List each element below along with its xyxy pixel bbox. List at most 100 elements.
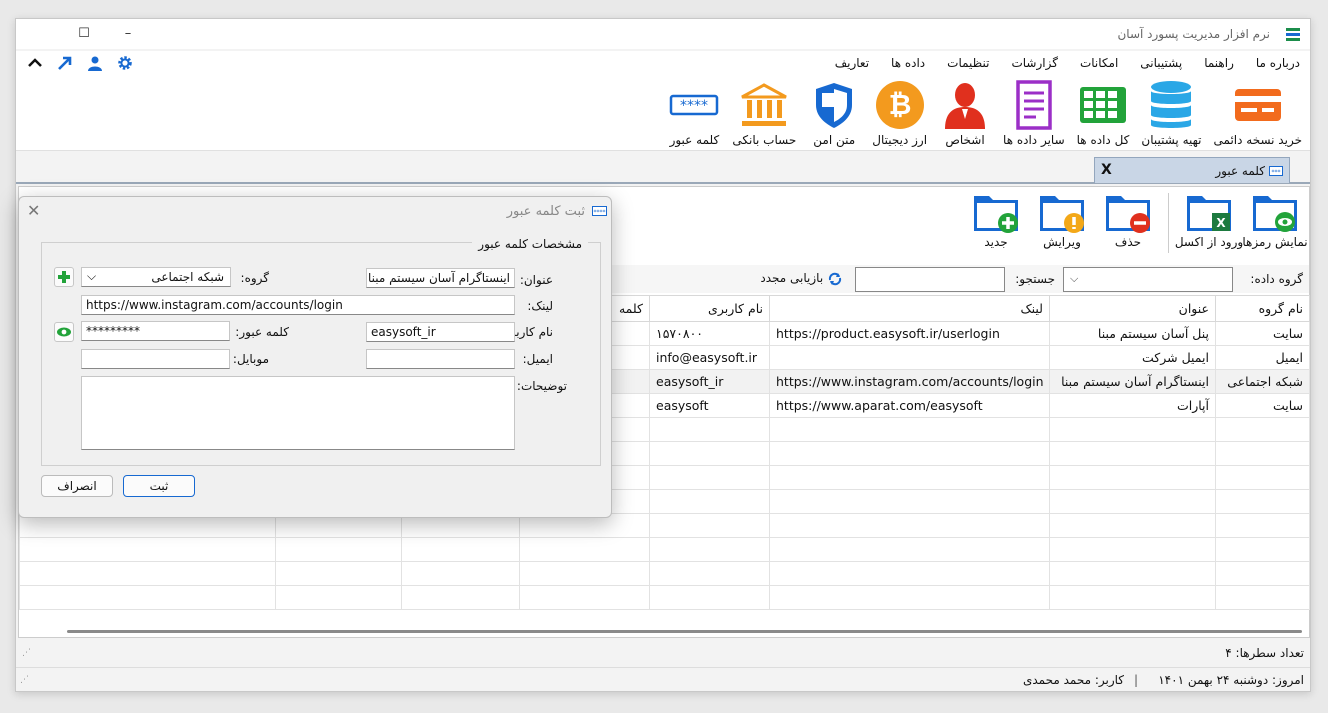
cell-link: https://product.easysoft.ir/userlogin	[769, 321, 1050, 346]
maximize-button[interactable]: ☐	[74, 25, 94, 43]
edit-button[interactable]: ویرایش	[1032, 189, 1092, 257]
delete-label: حذف	[1114, 235, 1142, 249]
delete-button[interactable]: حذف	[1098, 189, 1158, 257]
resize-grip-icon: ⋰	[20, 675, 29, 685]
email-label: ایمیل:	[522, 352, 553, 366]
reload-button[interactable]: بازیابی مجدد	[760, 271, 843, 286]
ribbon-crypto[interactable]: ₿ ارز دیجیتال	[872, 79, 927, 147]
menu-item-settings[interactable]: تنظیمات	[947, 56, 989, 70]
column-header[interactable]: نام کاربری	[649, 295, 770, 322]
search-input[interactable]	[855, 267, 1005, 292]
menu-item-about[interactable]: درباره ما	[1256, 56, 1300, 70]
ribbon-label: تهیه پشتیبان	[1141, 133, 1202, 147]
cell-username: easysoft	[649, 393, 770, 418]
row-count-bar: ⋰ تعداد سطرها: ۴	[18, 643, 1310, 663]
menu-item-definitions[interactable]: تعاریف	[835, 56, 869, 70]
document-icon	[1016, 80, 1052, 130]
group-title: مشخصات کلمه عبور	[472, 237, 588, 251]
external-link-icon[interactable]	[56, 55, 74, 71]
minimize-button[interactable]: –	[118, 25, 138, 43]
column-header[interactable]: نام گروه	[1215, 295, 1310, 322]
cell-link	[769, 345, 1050, 370]
menu-item-features[interactable]: امکانات	[1080, 56, 1118, 70]
main-menu: تعاریف داده ها تنظیمات گزارشات امکانات پ…	[835, 56, 1300, 70]
app-logo-icon	[1286, 28, 1300, 41]
menu-item-reports[interactable]: گزارشات	[1011, 56, 1057, 70]
cell-title: آپارات	[1049, 393, 1216, 418]
title-label: عنوان:	[519, 273, 553, 287]
database-icon	[1151, 81, 1192, 128]
horizontal-scrollbar[interactable]	[67, 630, 1302, 633]
ribbon-all-data[interactable]: کل داده ها	[1076, 79, 1130, 147]
email-field[interactable]	[366, 349, 515, 369]
svg-text:***: ***	[1272, 169, 1281, 176]
column-header[interactable]: عنوان	[1049, 295, 1216, 322]
ribbon-password[interactable]: **** کلمه عبور	[668, 79, 720, 147]
ribbon-persons[interactable]: اشخاص	[939, 79, 991, 147]
user-icon[interactable]	[86, 55, 104, 71]
password-icon: ****	[592, 206, 607, 216]
settings-gear-icon[interactable]	[116, 55, 134, 71]
empty-row	[19, 561, 1310, 586]
toolbar-divider	[1168, 193, 1169, 253]
cell-username: ۱۵۷۰۸۰۰	[649, 321, 770, 346]
refresh-icon	[828, 272, 842, 285]
save-button[interactable]: ثبت	[123, 475, 195, 497]
link-label: لینک:	[527, 299, 553, 313]
excel-import-button[interactable]: X ورود از اکسل	[1175, 189, 1243, 257]
group-filter-dropdown[interactable]: ⌵	[1063, 267, 1233, 292]
ribbon-other-data[interactable]: سایر داده ها	[1003, 79, 1065, 147]
add-group-button[interactable]	[54, 267, 74, 287]
ribbon-secure-text[interactable]: متن امن	[808, 79, 860, 147]
cancel-button[interactable]: انصراف	[41, 475, 113, 497]
ribbon-label: کل داده ها	[1076, 133, 1130, 147]
menu-item-data[interactable]: داده ها	[891, 56, 925, 70]
new-label: جدید	[984, 235, 1008, 249]
group-dropdown[interactable]: ⌵ شبکه اجتماعی	[81, 267, 231, 287]
empty-row	[19, 585, 1310, 610]
new-button[interactable]: جدید	[966, 189, 1026, 257]
password-icon: ***	[1269, 166, 1283, 176]
person-icon	[945, 83, 986, 129]
cell-link: https://www.instagram.com/accounts/login	[769, 369, 1050, 394]
resize-grip-icon: ⋰	[22, 648, 31, 658]
chevron-down-icon: ⌵	[1070, 272, 1079, 285]
search-label: جستجو:	[1015, 272, 1055, 286]
cell-group: سایت	[1215, 393, 1310, 418]
tab-password[interactable]: X کلمه عبور ***	[1094, 157, 1290, 183]
close-tab-icon[interactable]: X	[1101, 162, 1112, 178]
mobile-label: موبایل:	[232, 352, 269, 366]
ribbon-backup[interactable]: تهیه پشتیبان	[1141, 79, 1202, 147]
password-field[interactable]: *********	[81, 321, 230, 341]
quick-tools	[26, 55, 134, 71]
menu-item-help[interactable]: راهنما	[1204, 56, 1234, 70]
menu-bar: تعاریف داده ها تنظیمات گزارشات امکانات پ…	[16, 51, 1310, 75]
ribbon-label: حساب بانکی	[732, 133, 797, 147]
show-passwords-button[interactable]: نمایش رمزها	[1242, 189, 1308, 257]
username-field[interactable]: easysoft_ir	[366, 322, 515, 342]
ribbon-buy-license[interactable]: خرید نسخه دائمی	[1214, 79, 1302, 147]
window-title: نرم افزار مدیریت پسورد آسان	[1117, 27, 1270, 41]
notes-field[interactable]	[81, 376, 515, 450]
empty-row	[19, 537, 1310, 562]
svg-text:****: ****	[680, 98, 708, 114]
ribbon-label: کلمه عبور	[669, 133, 720, 147]
cell-username: easysoft_ir	[649, 369, 770, 394]
mobile-field[interactable]	[81, 349, 230, 369]
status-bar: ⋰ امروز: دوشنبه ۲۴ بهمن ۱۴۰۱ | کاربر: مح…	[16, 667, 1310, 691]
title-bar: – ☐ نرم افزار مدیریت پسورد آسان	[16, 19, 1310, 49]
column-header[interactable]: لینک	[769, 295, 1050, 322]
row-count: تعداد سطرها: ۴	[1225, 646, 1304, 660]
bitcoin-icon: ₿	[875, 81, 924, 129]
toggle-password-visibility-button[interactable]	[54, 322, 74, 342]
menu-item-support[interactable]: پشتیبانی	[1140, 56, 1182, 70]
ribbon: **** کلمه عبور حساب بانکی متن امن ₿ ارز …	[16, 75, 1310, 151]
close-icon[interactable]: ✕	[27, 201, 40, 220]
password-label: کلمه عبور:	[235, 325, 289, 339]
title-field[interactable]: اینستاگرام آسان سیستم مبنا	[366, 268, 515, 288]
collapse-ribbon-icon[interactable]	[26, 55, 44, 71]
ribbon-label: اشخاص	[945, 133, 985, 147]
chevron-down-icon: ⌵	[87, 269, 97, 283]
ribbon-bank-account[interactable]: حساب بانکی	[732, 79, 796, 147]
link-field[interactable]: https://www.instagram.com/accounts/login	[81, 295, 515, 315]
